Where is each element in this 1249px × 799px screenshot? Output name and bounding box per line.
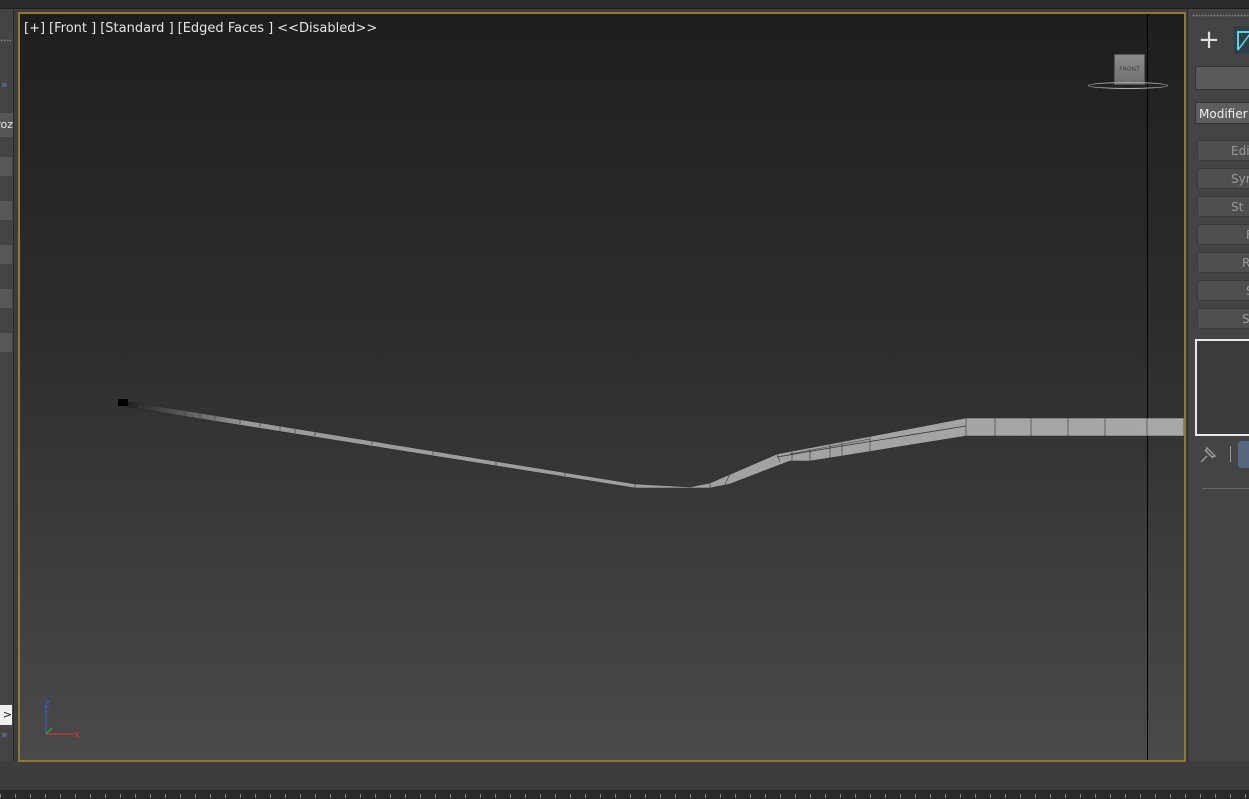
explorer-row[interactable] bbox=[0, 201, 12, 220]
modifier-button-label: R bbox=[1242, 253, 1249, 272]
explorer-row[interactable] bbox=[0, 289, 12, 308]
collapse-arrow-button[interactable]: > bbox=[0, 705, 12, 725]
modifier-button-s[interactable]: S bbox=[1197, 280, 1249, 301]
explorer-row[interactable] bbox=[0, 333, 12, 352]
modifier-button-sp[interactable]: Sp bbox=[1197, 308, 1249, 329]
show-end-result-button[interactable] bbox=[1238, 441, 1249, 468]
axis-z-label: Z bbox=[44, 700, 50, 710]
road-mesh-object[interactable] bbox=[20, 14, 1184, 760]
modifier-stack-list[interactable] bbox=[1195, 339, 1249, 436]
object-name-field[interactable] bbox=[1195, 66, 1249, 90]
create-tab[interactable]: + bbox=[1194, 26, 1224, 54]
panel-divider bbox=[1202, 488, 1249, 489]
modifier-button-edit[interactable]: Edi bbox=[1197, 140, 1249, 161]
modifier-list-dropdown[interactable]: Modifier bbox=[1195, 102, 1249, 124]
command-panel: + Modifier Edi Sym St F R S Sp bbox=[1187, 9, 1249, 761]
modifier-button-label: Sp bbox=[1242, 312, 1249, 326]
modifier-button-label: St bbox=[1231, 200, 1244, 214]
panel-grip[interactable] bbox=[1192, 14, 1249, 17]
toolbar-separator bbox=[1230, 446, 1231, 462]
explorer-tab[interactable]: roz bbox=[0, 113, 13, 137]
axis-x-label: X bbox=[74, 731, 80, 740]
expand-chevron-icon[interactable]: » bbox=[1, 729, 8, 740]
modifier-button-label: Sym bbox=[1231, 172, 1249, 186]
explorer-row[interactable] bbox=[0, 157, 12, 176]
left-scene-explorer-panel: » roz > » bbox=[0, 9, 14, 761]
road-segment-left bbox=[119, 399, 1184, 489]
pin-stack-icon[interactable] bbox=[1197, 444, 1219, 466]
explorer-tab-label: roz bbox=[0, 118, 13, 131]
modifier-button-f[interactable]: F bbox=[1197, 224, 1249, 245]
front-viewport[interactable]: [+] [Front ] [Standard ] [Edged Faces ] <<Di… bbox=[18, 12, 1186, 762]
top-toolbar-strip bbox=[0, 0, 1249, 9]
timeline-ruler[interactable] bbox=[0, 790, 1249, 799]
explorer-row[interactable] bbox=[0, 245, 12, 264]
modifier-button-label: Edi bbox=[1231, 144, 1249, 158]
modify-tab-icon bbox=[1237, 31, 1249, 51]
modifier-button-symmetry[interactable]: Sym bbox=[1197, 168, 1249, 189]
axis-tripod: Z X bbox=[44, 700, 80, 740]
panel-grip[interactable] bbox=[0, 39, 11, 42]
modifier-button-st[interactable]: St bbox=[1197, 196, 1249, 217]
expand-chevron-icon[interactable]: » bbox=[1, 79, 8, 90]
modifier-button-r[interactable]: R bbox=[1197, 252, 1249, 273]
modify-tab[interactable] bbox=[1234, 26, 1249, 54]
pin-glyph bbox=[1200, 446, 1217, 463]
